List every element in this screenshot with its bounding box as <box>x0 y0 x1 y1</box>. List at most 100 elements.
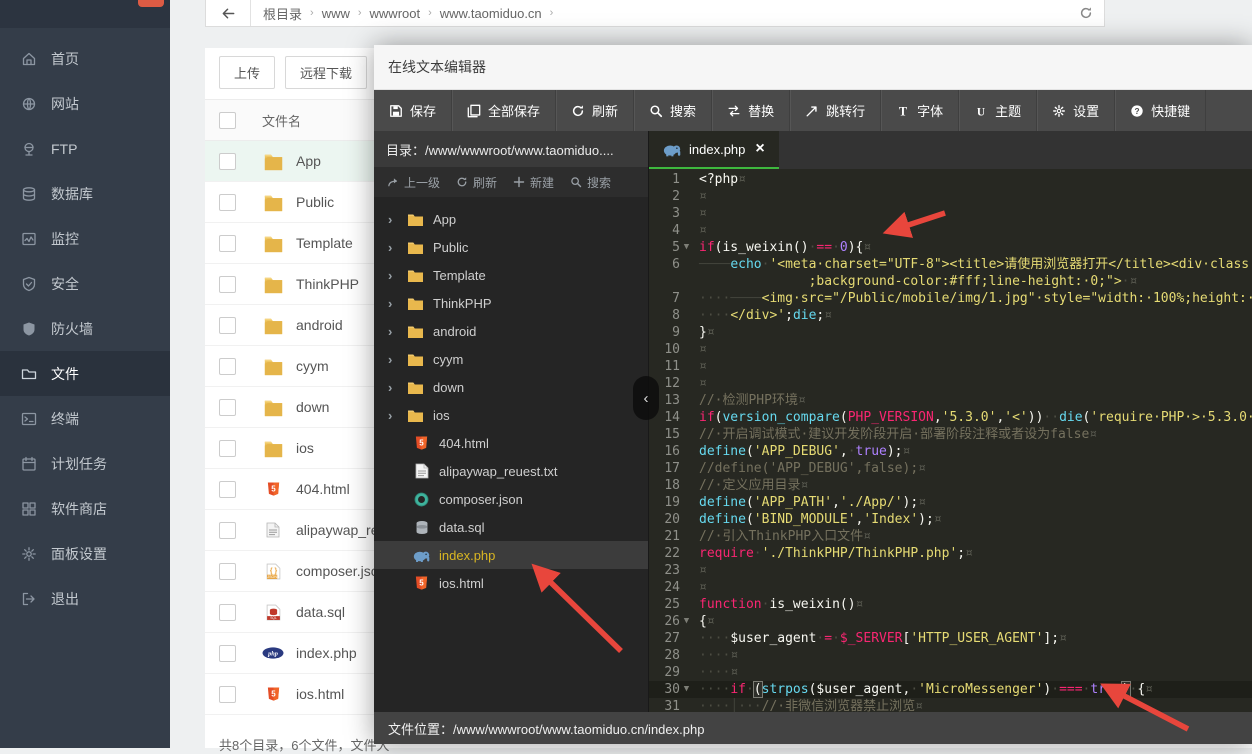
folder-big-icon <box>262 438 284 458</box>
tree-folder[interactable]: ›Public <box>374 233 648 261</box>
line-number-gutter <box>649 273 693 290</box>
row-checkbox[interactable] <box>219 604 236 621</box>
file-manager-button-上传[interactable]: 上传 <box>219 56 275 89</box>
chevron-right-icon[interactable]: › <box>388 268 401 283</box>
select-all-checkbox[interactable] <box>219 112 236 129</box>
file-name: data.sql <box>296 604 345 620</box>
row-checkbox[interactable] <box>219 153 236 170</box>
code-token: //define('APP_DEBUG',false); <box>699 461 918 476</box>
tree-folder[interactable]: ›down <box>374 373 648 401</box>
tree-tool-上一级[interactable]: 上一级 <box>387 174 440 191</box>
sidebar-item-database[interactable]: 数据库 <box>0 171 170 216</box>
file-manager-button-远程下载[interactable]: 远程下载 <box>285 56 367 89</box>
editor-toolbar-快捷键[interactable]: ?快捷键 <box>1115 90 1206 131</box>
sidebar-item-firewall[interactable]: 防火墙 <box>0 306 170 351</box>
line-number-gutter: 11 <box>649 358 693 375</box>
editor-toolbar-搜索[interactable]: 搜索 <box>634 90 712 131</box>
row-checkbox[interactable] <box>219 235 236 252</box>
code-token: ¤ <box>730 648 738 663</box>
chevron-right-icon[interactable]: › <box>388 296 401 311</box>
editor-toolbar-保存[interactable]: 保存 <box>374 90 452 131</box>
row-checkbox[interactable] <box>219 686 236 703</box>
code-token: define <box>699 444 746 459</box>
breadcrumb-segment[interactable]: wwwroot <box>370 6 421 21</box>
code-token: strpos <box>762 682 809 697</box>
editor-toolbar-主题[interactable]: U主题 <box>959 90 1037 131</box>
row-checkbox[interactable] <box>219 522 236 539</box>
row-checkbox[interactable] <box>219 440 236 457</box>
fold-marker-icon[interactable]: ▼ <box>680 239 693 256</box>
tab-index-php[interactable]: index.php × <box>649 131 779 169</box>
fold-marker-icon[interactable]: ▼ <box>680 681 693 698</box>
tab-close-icon[interactable]: × <box>755 141 764 157</box>
fold-marker-icon[interactable]: ▼ <box>680 613 693 630</box>
editor-toolbar-设置[interactable]: 设置 <box>1037 90 1115 131</box>
fold-marker-icon <box>680 579 693 596</box>
editor-toolbar-字体[interactable]: T字体 <box>881 90 959 131</box>
tree-folder[interactable]: ›Template <box>374 261 648 289</box>
breadcrumb-segment[interactable]: 根目录 <box>263 4 302 23</box>
tree-folder[interactable]: ›cyym <box>374 345 648 373</box>
refresh-path-button[interactable] <box>1068 6 1104 20</box>
tree-folder[interactable]: ›android <box>374 317 648 345</box>
sidebar-item-ftp[interactable]: FTP <box>0 126 170 171</box>
tree-file[interactable]: composer.json <box>374 485 648 513</box>
sidebar-item-security[interactable]: 安全 <box>0 261 170 306</box>
tree-folder[interactable]: ›ios <box>374 401 648 429</box>
html5-icon: 5 <box>262 684 284 704</box>
chevron-right-icon[interactable]: › <box>388 408 401 423</box>
sidebar-item-cron[interactable]: 计划任务 <box>0 441 170 486</box>
editor-toolbar-刷新[interactable]: 刷新 <box>556 90 634 131</box>
chevron-right-icon[interactable]: › <box>388 352 401 367</box>
sidebar-item-site[interactable]: 网站 <box>0 81 170 126</box>
code-token: ¤ <box>1145 682 1153 697</box>
tree-file[interactable]: 5404.html <box>374 429 648 457</box>
chevron-right-icon[interactable]: › <box>388 380 401 395</box>
breadcrumb-segment[interactable]: www.taomiduo.cn <box>440 6 542 21</box>
sidebar-item-appstore[interactable]: 软件商店 <box>0 486 170 531</box>
editor-toolbar-跳转行[interactable]: 跳转行 <box>790 90 881 131</box>
editor-toolbar-全部保存[interactable]: 全部保存 <box>452 90 556 131</box>
chevron-right-icon[interactable]: › <box>388 324 401 339</box>
code-editor[interactable]: 1<?php¤2¤3¤4¤5▼if(is_weixin()·==·0){¤6──… <box>649 169 1252 712</box>
search-icon <box>649 104 663 118</box>
row-checkbox[interactable] <box>219 358 236 375</box>
sidebar-item-terminal[interactable]: 终端 <box>0 396 170 441</box>
chevron-right-icon[interactable]: › <box>388 240 401 255</box>
row-checkbox[interactable] <box>219 194 236 211</box>
sidebar-item-files[interactable]: 文件 <box>0 351 170 396</box>
chevron-right-icon[interactable]: › <box>388 212 401 227</box>
row-checkbox[interactable] <box>219 276 236 293</box>
fold-marker-icon <box>680 630 693 647</box>
tree-folder[interactable]: ›App <box>374 205 648 233</box>
filename-column-header[interactable]: 文件名 <box>262 111 301 130</box>
sidebar-item-monitor[interactable]: 监控 <box>0 216 170 261</box>
row-checkbox[interactable] <box>219 481 236 498</box>
breadcrumb-segment[interactable]: www <box>322 6 350 21</box>
tree-folder[interactable]: ›ThinkPHP <box>374 289 648 317</box>
row-checkbox[interactable] <box>219 563 236 580</box>
tree-file[interactable]: data.sql <box>374 513 648 541</box>
sidebar-item-logout[interactable]: 退出 <box>0 576 170 621</box>
sidebar-item-home[interactable]: 首页 <box>0 36 170 81</box>
tree-tool-搜索[interactable]: 搜索 <box>570 174 611 191</box>
code-line: 17//define('APP_DEBUG',false);¤ <box>649 460 1252 477</box>
row-checkbox[interactable] <box>219 645 236 662</box>
code-token: //·引入ThinkPHP入口文件 <box>699 529 863 544</box>
tree-file[interactable]: 5ios.html <box>374 569 648 597</box>
appstore-icon <box>20 500 37 517</box>
tree-file[interactable]: index.php <box>374 541 648 569</box>
tree-tool-新建[interactable]: 新建 <box>513 174 554 191</box>
html5-icon: 5 <box>413 575 430 591</box>
code-text: //·引入ThinkPHP入口文件¤ <box>693 528 1252 545</box>
line-number: 4 <box>654 222 680 239</box>
tree-file[interactable]: alipaywap_reuest.txt <box>374 457 648 485</box>
sidebar-item-panel-settings[interactable]: 面板设置 <box>0 531 170 576</box>
code-token: · <box>1051 682 1059 697</box>
tree-tool-刷新[interactable]: 刷新 <box>456 174 497 191</box>
row-checkbox[interactable] <box>219 317 236 334</box>
tree-collapse-handle[interactable]: ‹ <box>633 376 659 420</box>
editor-toolbar-替换[interactable]: 替换 <box>712 90 790 131</box>
back-button[interactable] <box>206 0 251 26</box>
row-checkbox[interactable] <box>219 399 236 416</box>
